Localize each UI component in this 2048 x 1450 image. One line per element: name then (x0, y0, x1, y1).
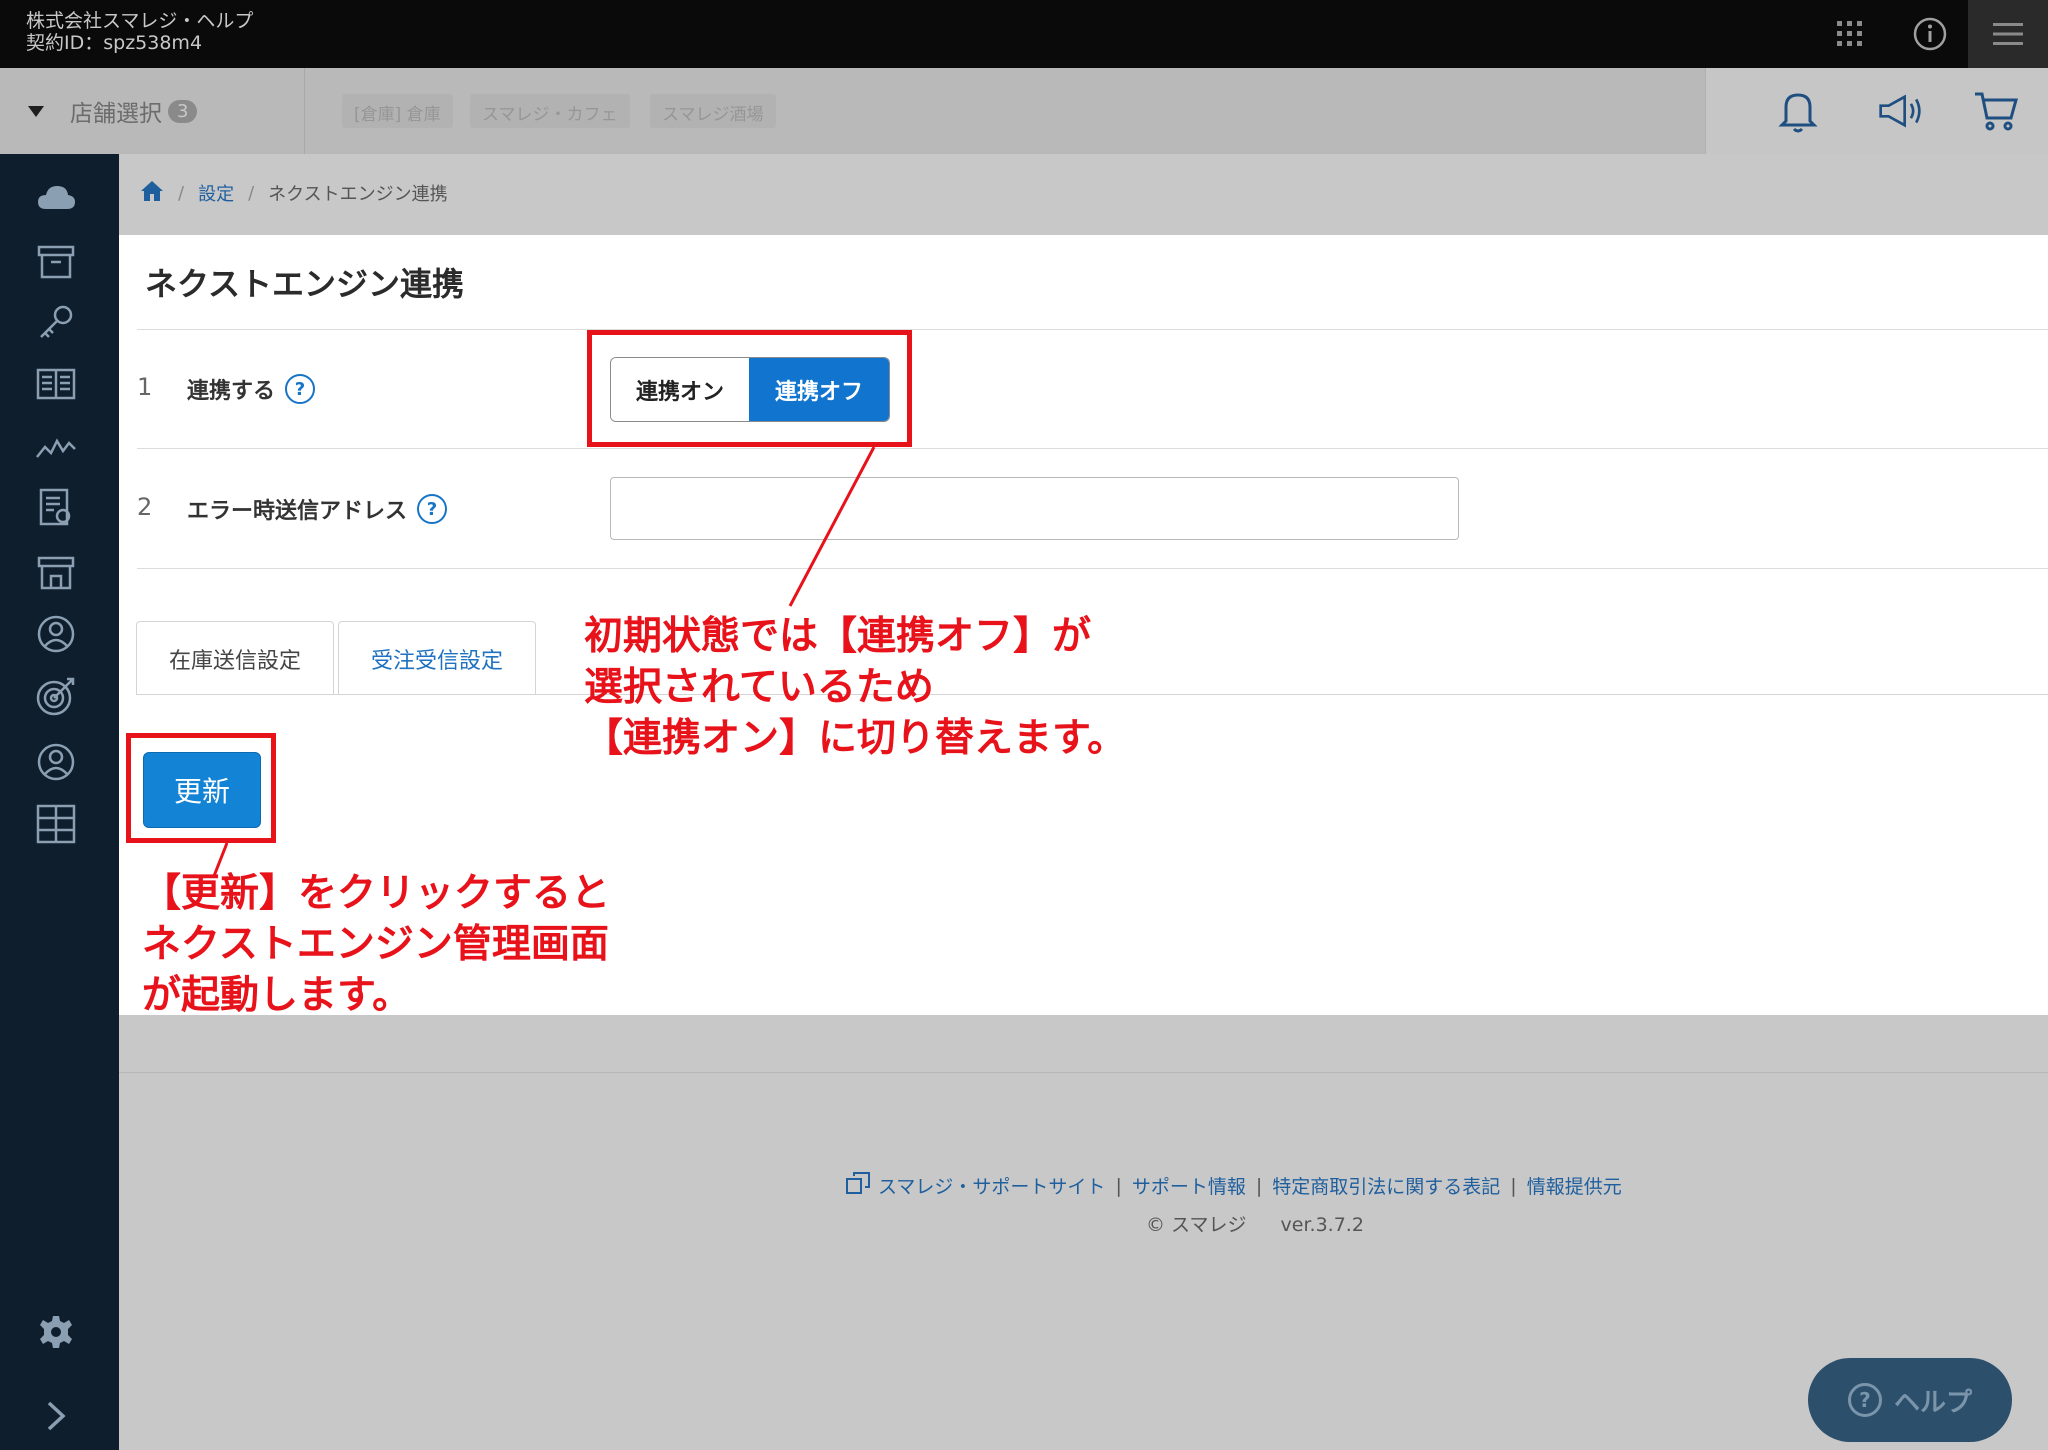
toggle-annotation-line-3: 【連携オン】に切り替えます。 (584, 716, 1127, 761)
help-question-icon: ? (1847, 1383, 1882, 1417)
hamburger-menu-icon[interactable] (1988, 14, 2028, 54)
tab-underline (137, 694, 2048, 695)
error-email-input[interactable] (610, 477, 1459, 540)
bell-icon[interactable] (1774, 88, 1822, 134)
grid-icon[interactable] (32, 800, 80, 848)
divider (137, 448, 2048, 449)
help-question-icon[interactable]: ? (417, 494, 448, 524)
breadcrumb-separator: / (178, 182, 185, 204)
external-link-icon (846, 1172, 870, 1199)
menu-zone (1968, 0, 2048, 68)
help-question-icon[interactable]: ? (285, 374, 316, 404)
row-number: 1 (137, 373, 153, 401)
notification-area (1705, 68, 2048, 154)
store-count-badge: 3 (168, 99, 198, 123)
footer-link-support-info[interactable]: サポート情報 (1132, 1172, 1246, 1199)
page-title: ネクストエンジン連携 (145, 265, 465, 303)
divider (137, 329, 2048, 330)
top-bar: 株式会社スマレジ・ヘルプ 契約ID：spz538m4 (0, 0, 2048, 68)
cart-icon[interactable] (1972, 88, 2020, 134)
integration-label: 連携する ? (187, 373, 316, 405)
chevron-right-icon[interactable] (32, 1392, 80, 1440)
breadcrumb-current: ネクストエンジン連携 (268, 184, 448, 205)
megaphone-icon[interactable] (1878, 88, 1926, 134)
store-icon[interactable] (32, 548, 80, 596)
toggle-highlight-box (587, 330, 912, 447)
key-icon[interactable] (32, 298, 80, 346)
report-icon[interactable] (32, 484, 80, 532)
error-email-label: エラー時送信アドレス ? (187, 493, 448, 525)
user-icon[interactable] (32, 610, 80, 658)
copyright-text: © スマレジ (1146, 1214, 1247, 1236)
footer-link-support-site[interactable]: スマレジ・サポートサイト (878, 1172, 1105, 1199)
footer-pipe: | (1255, 1174, 1263, 1197)
toggle-annotation-line-2: 選択されているため (584, 665, 934, 710)
breadcrumb: / 設定 / ネクストエンジン連携 (140, 178, 448, 208)
book-icon[interactable] (32, 360, 80, 408)
breadcrumb-settings-link[interactable]: 設定 (198, 180, 234, 206)
target-icon[interactable] (32, 672, 80, 720)
info-icon[interactable] (1910, 14, 1950, 54)
footer-pipe: | (1115, 1174, 1122, 1197)
cloud-icon[interactable] (32, 174, 80, 222)
footer-divider (119, 1072, 2048, 1073)
archive-box-icon[interactable] (32, 238, 80, 286)
breadcrumb-separator: / (248, 182, 255, 204)
footer-link-info-provider[interactable]: 情報提供元 (1527, 1172, 1622, 1199)
update-annotation-line-3: が起動します。 (142, 973, 412, 1018)
footer-pipe: | (1510, 1174, 1517, 1197)
tab-stock-send[interactable]: 在庫送信設定 (136, 621, 334, 695)
sidebar (0, 154, 119, 1450)
error-email-label-text: エラー時送信アドレス (187, 499, 408, 524)
update-annotation-line-1: 【更新】をクリックすると (142, 871, 611, 916)
caret-down-icon (28, 105, 44, 117)
version-text: ver.3.7.2 (1280, 1214, 1364, 1236)
row-number: 2 (137, 493, 153, 521)
gear-icon[interactable] (32, 1308, 80, 1356)
divider (137, 568, 2048, 569)
store-chip-warehouse[interactable]: [倉庫] 倉庫 (342, 94, 453, 128)
footer-copyright: © スマレジ ver.3.7.2 (1146, 1210, 1364, 1237)
help-button-label: ヘルプ (1893, 1387, 1972, 1418)
store-select-label: 店舗選択 (70, 101, 162, 127)
footer-link-legal[interactable]: 特定商取引法に関する表記 (1272, 1172, 1500, 1199)
integration-label-text: 連携する (187, 379, 276, 404)
store-chip-cafe[interactable]: スマレジ・カフェ (470, 94, 630, 128)
tab-order-receive[interactable]: 受注受信設定 (338, 621, 536, 695)
store-bar: 店舗選択 3 [倉庫] 倉庫 スマレジ・カフェ スマレジ酒場 (0, 68, 2048, 154)
apps-grid-icon[interactable] (1830, 14, 1870, 54)
contract-id: 契約ID：spz538m4 (26, 32, 203, 54)
help-button[interactable]: ? ヘルプ (1808, 1358, 2012, 1442)
store-select-dropdown[interactable]: 店舗選択 3 (0, 68, 305, 154)
footer-links: スマレジ・サポートサイト | サポート情報 | 特定商取引法に関する表記 | 情… (846, 1172, 1622, 1199)
update-annotation-line-2: ネクストエンジン管理画面 (142, 922, 609, 967)
store-chip-bar[interactable]: スマレジ酒場 (650, 94, 776, 128)
toggle-annotation-line-1: 初期状態では【連携オフ】が (584, 614, 1092, 659)
company-name: 株式会社スマレジ・ヘルプ (26, 10, 254, 32)
chart-icon[interactable] (32, 424, 80, 472)
update-highlight-box (126, 733, 276, 843)
home-icon[interactable] (140, 180, 164, 207)
user-circle-icon[interactable] (32, 738, 80, 786)
